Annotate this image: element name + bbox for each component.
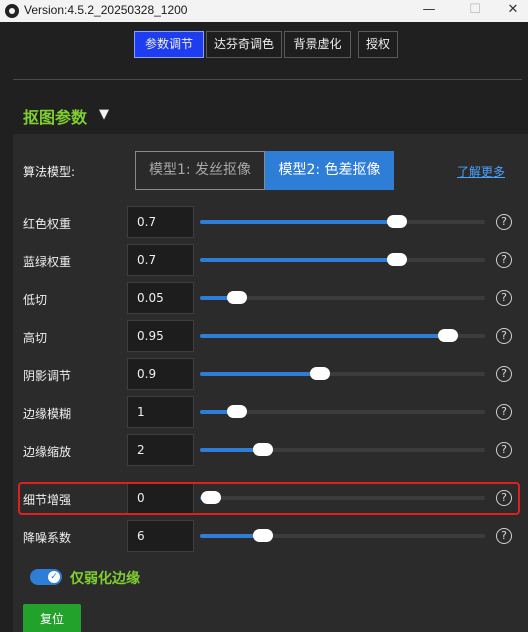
- param-row-edge-scale: 边缘缩放 2?: [0, 434, 528, 468]
- noise-reduction-input[interactable]: 6: [127, 520, 194, 552]
- shadow-adjust-help-icon[interactable]: ?: [496, 366, 512, 382]
- high-cut-slider[interactable]: [200, 329, 485, 342]
- shadow-adjust-label: 阴影调节: [23, 369, 72, 383]
- red-weight-label: 红色权重: [23, 217, 72, 231]
- high-cut-slider-fill: [200, 334, 448, 338]
- param-row-high-cut: 高切 0.95?: [0, 320, 528, 354]
- blue-green-weight-help-icon[interactable]: ?: [496, 252, 512, 268]
- edge-blur-input[interactable]: 1: [127, 396, 194, 428]
- model-1-option[interactable]: 模型1: 发丝抠像: [135, 151, 265, 190]
- noise-reduction-slider[interactable]: [200, 529, 485, 542]
- edge-blur-slider-thumb[interactable]: [227, 405, 248, 418]
- low-cut-input[interactable]: 0.05: [127, 282, 194, 314]
- weaken-edge-toggle[interactable]: ✓: [30, 569, 62, 585]
- title-bar: Version:4.5.2_20250328_1200 — ☐ ✕: [0, 0, 528, 22]
- high-cut-label: 高切: [23, 331, 48, 345]
- high-cut-input[interactable]: 0.95: [127, 320, 194, 352]
- param-row-red-weight: 红色权重 0.7?: [0, 206, 528, 240]
- learn-more-link[interactable]: 了解更多: [457, 163, 505, 180]
- edge-scale-help-icon[interactable]: ?: [496, 442, 512, 458]
- section-title[interactable]: 抠图参数: [23, 104, 87, 128]
- param-row-edge-blur: 边缘模糊 1?: [0, 396, 528, 430]
- model-2-option[interactable]: 模型2: 色差抠像: [265, 151, 394, 190]
- low-cut-slider-thumb[interactable]: [227, 291, 248, 304]
- close-icon[interactable]: ✕: [498, 0, 528, 22]
- noise-reduction-help-icon[interactable]: ?: [496, 528, 512, 544]
- edge-blur-label: 边缘模糊: [23, 407, 72, 421]
- red-weight-slider-fill: [200, 220, 397, 224]
- shadow-adjust-slider-thumb[interactable]: [309, 367, 330, 380]
- edge-scale-input[interactable]: 2: [127, 434, 194, 466]
- tab-background-blur[interactable]: 背景虚化: [284, 31, 351, 58]
- edge-blur-help-icon[interactable]: ?: [496, 404, 512, 420]
- red-weight-slider-thumb[interactable]: [386, 215, 407, 228]
- check-icon: ✓: [48, 571, 60, 583]
- red-weight-input[interactable]: 0.7: [127, 206, 194, 238]
- low-cut-slider[interactable]: [200, 291, 485, 304]
- blue-green-weight-label: 蓝绿权重: [23, 255, 72, 269]
- noise-reduction-slider-thumb[interactable]: [252, 529, 273, 542]
- divider: [13, 79, 522, 80]
- low-cut-help-icon[interactable]: ?: [496, 290, 512, 306]
- param-row-low-cut: 低切 0.05?: [0, 282, 528, 316]
- high-cut-slider-thumb[interactable]: [437, 329, 458, 342]
- edge-scale-slider-thumb[interactable]: [252, 443, 273, 456]
- param-row-blue-green-weight: 蓝绿权重 0.7?: [0, 244, 528, 278]
- shadow-adjust-input[interactable]: 0.9: [127, 358, 194, 390]
- weaken-edge-label: 仅弱化边缘: [70, 571, 140, 587]
- blue-green-weight-slider[interactable]: [200, 253, 485, 266]
- edge-scale-label: 边缘缩放: [23, 445, 72, 459]
- blue-green-weight-input[interactable]: 0.7: [127, 244, 194, 276]
- tab-license[interactable]: 授权: [358, 31, 398, 58]
- window-title: Version:4.5.2_20250328_1200: [24, 3, 188, 17]
- param-row-noise-reduction: 降噪系数 6?: [0, 520, 528, 554]
- low-cut-label: 低切: [23, 293, 48, 307]
- algorithm-label: 算法模型:: [23, 165, 76, 179]
- edge-blur-slider[interactable]: [200, 405, 485, 418]
- minimize-icon[interactable]: —: [406, 0, 452, 22]
- blue-green-weight-slider-thumb[interactable]: [386, 253, 407, 266]
- highlight-box: [18, 482, 520, 515]
- shadow-adjust-slider-fill: [200, 372, 320, 376]
- reset-button[interactable]: 复位: [23, 604, 81, 632]
- param-row-shadow-adjust: 阴影调节 0.9?: [0, 358, 528, 392]
- tab-davinci-grading[interactable]: 达芬奇调色: [206, 31, 282, 58]
- blue-green-weight-slider-fill: [200, 258, 397, 262]
- red-weight-slider[interactable]: [200, 215, 485, 228]
- noise-reduction-label: 降噪系数: [23, 531, 72, 545]
- red-weight-help-icon[interactable]: ?: [496, 214, 512, 230]
- collapse-arrow-icon[interactable]: ▼: [99, 107, 109, 122]
- tab-params[interactable]: 参数调节: [134, 31, 204, 58]
- shadow-adjust-slider[interactable]: [200, 367, 485, 380]
- high-cut-help-icon[interactable]: ?: [496, 328, 512, 344]
- maximize-icon[interactable]: ☐: [452, 0, 498, 22]
- edge-scale-slider[interactable]: [200, 443, 485, 456]
- app-logo-icon: [5, 4, 19, 18]
